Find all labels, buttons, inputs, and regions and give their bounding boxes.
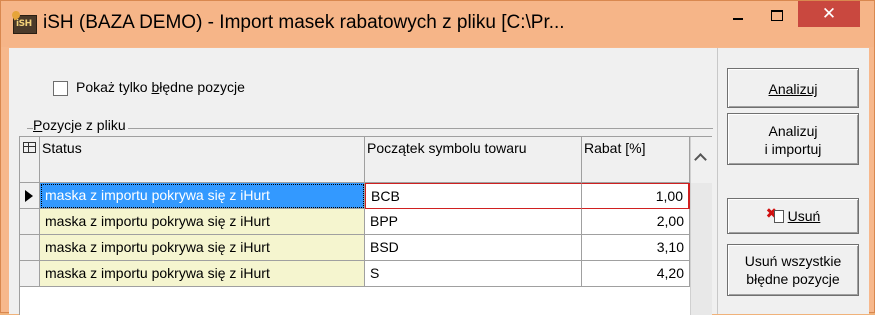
status-cell[interactable]: maska z importu pokrywa się z iHurt xyxy=(40,183,365,209)
show-errors-only-checkbox[interactable] xyxy=(53,81,68,96)
app-badge: iSH xyxy=(16,19,32,29)
delete-all-label-line2: błędne pozycje xyxy=(746,271,840,287)
positions-grid[interactable]: Status Początek symbolu towaru Rabat [%]… xyxy=(19,136,712,315)
rabat-cell[interactable]: 4,20 xyxy=(582,261,690,287)
column-header-prefix[interactable]: Początek symbolu towaru xyxy=(365,137,582,183)
group-divider xyxy=(27,128,713,129)
delete-all-label-line1: Usuń wszystkie xyxy=(744,253,842,269)
grid-corner[interactable] xyxy=(20,137,40,183)
prefix-cell[interactable]: BCB xyxy=(365,183,582,209)
analyze-import-label-line2: i importuj xyxy=(764,141,822,157)
window-title: iSH (BAZA DEMO) - Import masek rabatowyc… xyxy=(43,12,565,33)
close-button[interactable]: ✕ xyxy=(798,1,860,27)
rabat-cell[interactable]: 3,10 xyxy=(582,235,690,261)
left-panel: Pokaż tylko błędne pozycje Pozycje z pli… xyxy=(9,48,715,315)
scroll-up-button[interactable] xyxy=(691,137,712,183)
table-row[interactable]: maska z importu pokrywa się z iHurt BPP … xyxy=(20,209,690,235)
status-cell[interactable]: maska z importu pokrywa się z iHurt xyxy=(40,235,365,261)
delete-button[interactable]: ✖ Usuń xyxy=(727,198,859,234)
rabat-cell[interactable]: 2,00 xyxy=(582,209,690,235)
current-row-arrow-icon xyxy=(25,190,33,202)
chevron-up-icon xyxy=(694,153,707,166)
delete-icon: ✖ xyxy=(766,206,784,223)
app-window: iSH iSH (BAZA DEMO) - Import masek rabat… xyxy=(0,0,875,315)
prefix-cell[interactable]: BPP xyxy=(365,209,582,235)
title-bar[interactable]: iSH iSH (BAZA DEMO) - Import masek rabat… xyxy=(1,1,874,47)
prefix-cell[interactable]: S xyxy=(365,261,582,287)
show-errors-only-label[interactable]: Pokaż tylko błędne pozycje xyxy=(76,79,245,95)
app-logo-icon: iSH xyxy=(10,9,37,34)
maximize-button[interactable] xyxy=(758,1,796,27)
status-cell[interactable]: maska z importu pokrywa się z iHurt xyxy=(40,261,365,287)
rabat-cell[interactable]: 1,00 xyxy=(582,183,690,209)
analyze-button[interactable]: Analizuj xyxy=(727,68,859,108)
column-header-status[interactable]: Status xyxy=(40,137,365,183)
table-row[interactable]: maska z importu pokrywa się z iHurt BCB … xyxy=(20,183,690,209)
maximize-icon xyxy=(771,10,783,21)
row-indicator[interactable] xyxy=(20,261,40,287)
analyze-import-button[interactable]: Analizuj i importuj xyxy=(727,113,859,165)
action-panel: Analizuj Analizuj i importuj ✖ Usuń Usuń … xyxy=(717,48,869,314)
delete-label: Usuń xyxy=(787,208,821,224)
row-indicator[interactable] xyxy=(20,235,40,261)
client-area: Pokaż tylko błędne pozycje Pozycje z pli… xyxy=(9,48,869,315)
vertical-scrollbar[interactable] xyxy=(690,137,712,315)
column-header-rabat[interactable]: Rabat [%] xyxy=(582,137,690,183)
analyze-import-label-line1: Analizuj xyxy=(768,123,818,139)
close-icon: ✕ xyxy=(821,4,837,24)
prefix-cell[interactable]: BSD xyxy=(365,235,582,261)
status-cell[interactable]: maska z importu pokrywa się z iHurt xyxy=(40,209,365,235)
grid-icon xyxy=(23,142,36,153)
group-title: Pozycje z pliku xyxy=(33,117,128,133)
table-row[interactable]: maska z importu pokrywa się z iHurt S 4,… xyxy=(20,261,690,287)
minimize-button[interactable] xyxy=(719,1,757,27)
delete-all-invalid-button[interactable]: Usuń wszystkie błędne pozycje xyxy=(727,244,859,296)
table-row[interactable]: maska z importu pokrywa się z iHurt BSD … xyxy=(20,235,690,261)
row-indicator[interactable] xyxy=(20,209,40,235)
minimize-icon xyxy=(733,18,743,20)
analyze-label: Analizuj xyxy=(768,81,818,97)
row-indicator[interactable] xyxy=(20,183,40,209)
